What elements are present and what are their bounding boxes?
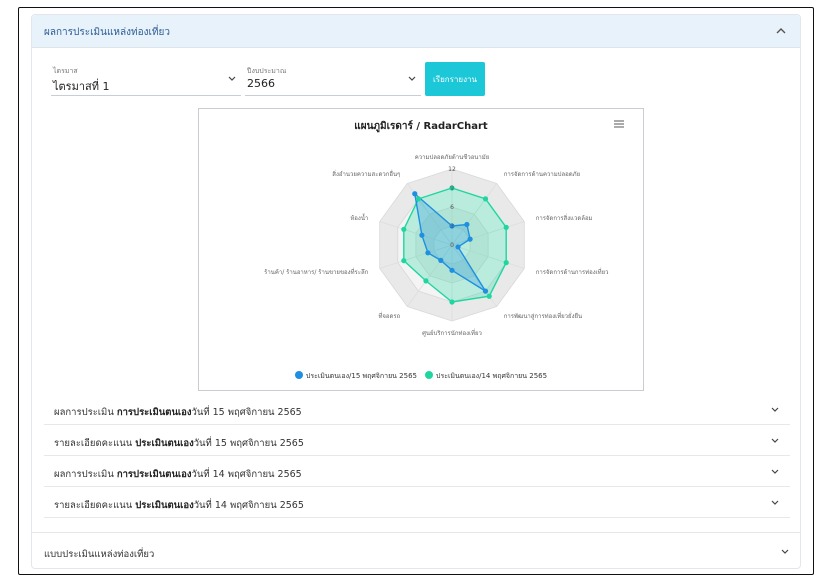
radar-data-point [486, 293, 492, 299]
chevron-down-icon [228, 76, 236, 81]
radar-axis-label: ที่จอดรถ [378, 312, 400, 320]
legend-label-series-1: ประเมินตนเอง/15 พฤศจิกายน 2565 [305, 372, 417, 380]
radar-data-point [419, 232, 425, 238]
row-prefix: รายละเอียดคะแนน [54, 438, 136, 449]
row-bold: การประเมินตนเอง [116, 469, 192, 480]
accordion-row-text: ผลการประเมิน การประเมินตนเองวันที่ 15 พฤ… [54, 405, 302, 420]
quarter-select-value: ไตรมาสที่ 1 [53, 80, 110, 93]
radar-data-point [415, 196, 422, 202]
row-bold: ประเมินตนเอง [135, 500, 194, 511]
legend-label-series-2: ประเมินตนเอง/14 พฤศจิกายน 2565 [436, 372, 548, 380]
accordion-row-text: รายละเอียดคะแนน ประเมินตนเองวันที่ 15 พฤ… [54, 436, 304, 451]
radar-data-point [503, 224, 509, 230]
radar-tick-label: 12 [448, 166, 456, 173]
row-suffix: วันที่ 15 พฤศจิกายน 2565 [191, 407, 302, 418]
radar-axis-label: ศูนย์บริการนักท่องเที่ยว [422, 329, 482, 337]
fiscal-year-value: 2566 [247, 77, 275, 90]
row-suffix: วันที่ 14 พฤศจิกายน 2565 [191, 469, 302, 480]
chevron-up-icon[interactable] [774, 24, 788, 38]
radar-data-point [449, 299, 455, 305]
radar-axis-label: สิ่งอำนวยความสะดวกอื่นๆ [332, 170, 400, 178]
row-prefix: ผลการประเมิน [54, 407, 117, 418]
radar-axis-label: ความปลอดภัยด้านชีวอนามัย [415, 153, 490, 161]
radar-data-point [401, 226, 407, 232]
legend-item[interactable]: ประเมินตนเอง/15 พฤศจิกายน 2565 [294, 371, 417, 382]
chevron-down-icon[interactable] [770, 499, 780, 507]
radar-axis-label: การจัดการด้านความปลอดภัย [504, 171, 580, 178]
legend-item[interactable]: ประเมินตนเอง/14 พฤศจิกายน 2565 [425, 371, 547, 382]
row-suffix: วันที่ 15 พฤศจิกายน 2565 [193, 438, 304, 449]
legend-dot-series-1 [294, 371, 303, 379]
radar-data-point [467, 236, 473, 242]
fiscal-year-select[interactable]: ปีงบประมาณ 2566 [245, 62, 421, 96]
legend-dot-series-2 [425, 371, 433, 379]
accordion-row-text: รายละเอียดคะแนน ประเมินตนเองวันที่ 14 พฤ… [54, 498, 304, 513]
accordion-row[interactable]: รายละเอียดคะแนน ประเมินตนเองวันที่ 15 พฤ… [44, 426, 790, 456]
row-prefix: รายละเอียดคะแนน [54, 500, 136, 511]
radar-axis-label: ร้านค้า/ ร้านอาหาร/ ร้านขายของที่ระลึก [264, 268, 369, 276]
radar-plot: 0 3 6 9 12 ความปลอดภัยด้านชีวอนามัยการจัดการด… [264, 153, 609, 337]
radar-axis-label: การจัดการด้านการท่องเที่ยว [536, 268, 609, 276]
fiscal-year-label: ปีงบประมาณ [247, 67, 287, 75]
assessment-form-section[interactable]: แบบประเมินแหล่งท่องเที่ยว [32, 532, 800, 570]
accordion-row[interactable]: ผลการประเมิน การประเมินตนเองวันที่ 15 พฤ… [44, 395, 790, 425]
radar-axis-label: การจัดการสิ่งแวดล้อม [536, 214, 593, 222]
chevron-down-icon[interactable] [770, 468, 780, 476]
accordion-row[interactable]: รายละเอียดคะแนน ประเมินตนเองวันที่ 14 พฤ… [44, 488, 790, 518]
radar-data-point [423, 278, 429, 284]
radar-data-point [412, 191, 418, 197]
quarter-select-label: ไตรมาส [53, 67, 78, 75]
radar-data-point [482, 288, 489, 294]
panel-header[interactable]: ผลการประเมินแหล่งท่องเที่ยว [32, 15, 800, 48]
radar-tick-label: 9 [450, 185, 454, 192]
chevron-down-icon [408, 76, 416, 81]
radar-data-point [449, 267, 455, 273]
chevron-down-icon[interactable] [770, 406, 780, 414]
radar-data-point [438, 257, 444, 263]
assessment-panel: ผลการประเมินแหล่งท่องเที่ยว ไตรมาส ไตรมา… [31, 14, 801, 569]
accordion-row[interactable]: ผลการประเมิน การประเมินตนเองวันที่ 14 พฤ… [44, 457, 790, 487]
radar-data-point [503, 260, 509, 266]
chevron-down-icon[interactable] [770, 437, 780, 445]
radar-data-point [482, 196, 489, 202]
quarter-select[interactable]: ไตรมาส ไตรมาสที่ 1 [51, 62, 241, 96]
radar-tick-label: 3 [450, 223, 454, 230]
row-suffix: วันที่ 14 พฤศจิกายน 2565 [193, 500, 304, 511]
radar-axis-label: การพัฒนาสู่การท่องเที่ยวยั่งยืน [504, 312, 582, 320]
radar-chart: แผนภูมิเรดาร์ / RadarChart 0 3 6 9 12 ความปลอ… [198, 108, 644, 391]
radar-tick-label: 6 [450, 204, 454, 211]
radar-data-point [401, 258, 407, 264]
chart-legend: ประเมินตนเอง/15 พฤศจิกายน 2565 ประเมินตน… [199, 371, 643, 382]
radar-data-point [464, 221, 470, 228]
report-button[interactable]: เรียกรายงาน [425, 62, 485, 96]
row-prefix: ผลการประเมิน [54, 469, 117, 480]
window-frame: ผลการประเมินแหล่งท่องเที่ยว ไตรมาส ไตรมา… [18, 7, 814, 575]
chevron-down-icon[interactable] [780, 548, 790, 556]
accordion-row-text: ผลการประเมิน การประเมินตนเองวันที่ 14 พฤ… [54, 467, 302, 482]
panel-title: ผลการประเมินแหล่งท่องเที่ยว [44, 27, 170, 38]
row-bold: การประเมินตนเอง [116, 407, 192, 418]
radar-tick-label: 0 [450, 242, 454, 249]
radar-axis-label: ห้องน้ำ [350, 212, 368, 222]
assessment-form-title: แบบประเมินแหล่งท่องเที่ยว [44, 549, 155, 560]
row-bold: ประเมินตนเอง [135, 438, 194, 449]
radar-data-point [425, 250, 431, 256]
radar-data-point [455, 244, 461, 250]
